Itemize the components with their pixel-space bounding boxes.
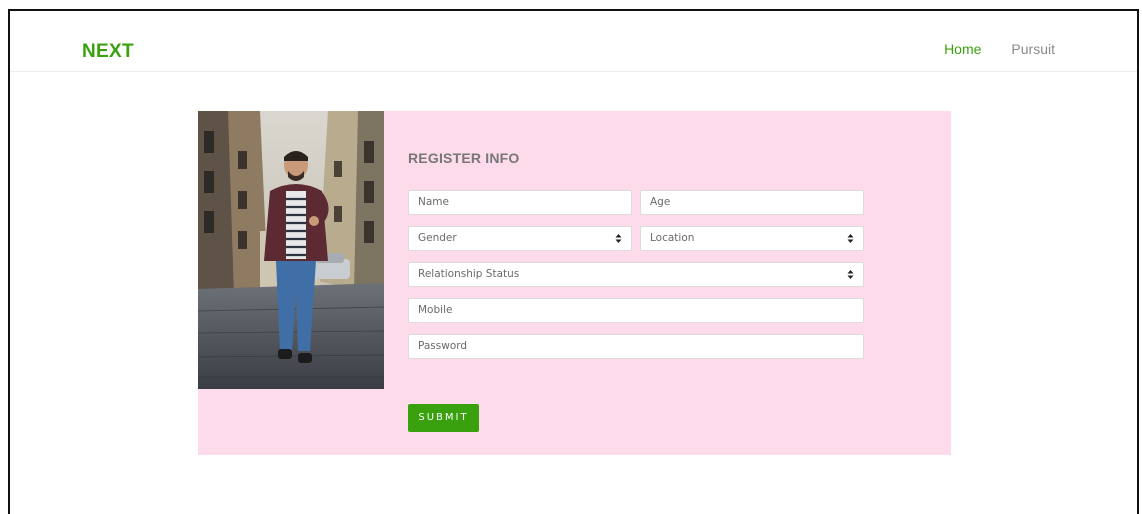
profile-photo [198,111,384,389]
location-select[interactable]: Location [640,226,864,251]
select-arrow-icon [615,234,622,243]
nav-link-pursuit[interactable]: Pursuit [1011,41,1055,57]
gender-select-value: Gender [418,232,457,244]
nav-links: Home Pursuit [944,41,1055,57]
gender-select[interactable]: Gender [408,226,632,251]
mobile-field[interactable]: Mobile [408,298,864,323]
brand-logo[interactable]: NEXT [82,41,134,63]
relationship-status-select[interactable]: Relationship Status [408,262,864,287]
nav-link-home[interactable]: Home [944,41,981,57]
select-arrow-icon [847,270,854,279]
relationship-status-select-value: Relationship Status [418,268,520,280]
password-field[interactable]: Password [408,334,864,359]
location-select-value: Location [650,232,695,244]
select-arrow-icon [847,234,854,243]
name-field[interactable]: Name [408,190,632,215]
page-frame: NEXT Home Pursuit REGISTER INFO Name Age… [8,9,1139,514]
register-card: REGISTER INFO Name Age Gender Location R… [198,111,951,455]
age-field[interactable]: Age [640,190,864,215]
navbar: NEXT Home Pursuit [10,11,1137,72]
form-title: REGISTER INFO [408,150,520,166]
submit-button[interactable]: SUBMIT [408,404,479,432]
